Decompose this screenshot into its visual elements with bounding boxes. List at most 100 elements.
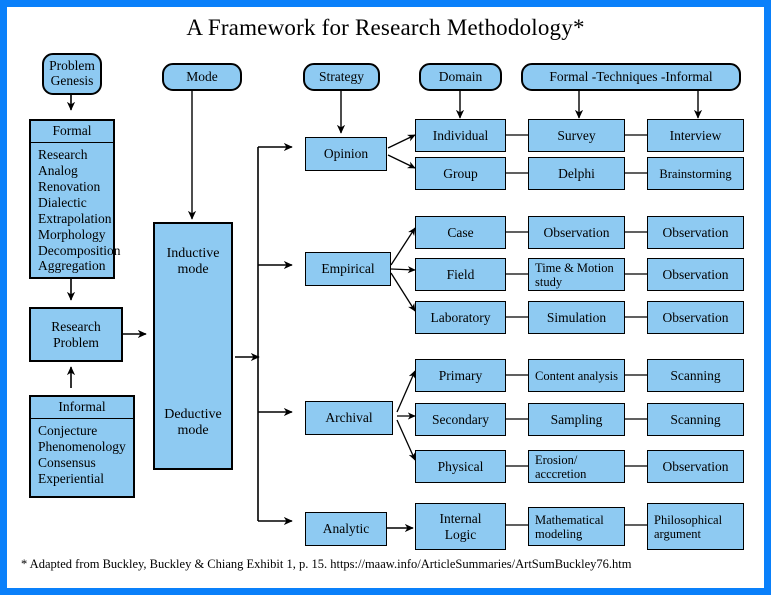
mode-label: Mode bbox=[186, 68, 218, 84]
informal-box-observation-physical[interactable]: Observation bbox=[647, 450, 744, 483]
formal-item: Analog bbox=[38, 162, 78, 178]
header-pill-mode[interactable]: Mode bbox=[162, 63, 242, 91]
technique-label-survey: Survey bbox=[557, 127, 596, 143]
technique-box-delphi[interactable]: Delphi bbox=[528, 157, 625, 190]
domain-box-primary[interactable]: Primary bbox=[415, 359, 506, 392]
research-problem-line2: Problem bbox=[53, 334, 99, 350]
header-pill-strategy[interactable]: Strategy bbox=[303, 63, 380, 91]
domain-box-individual[interactable]: Individual bbox=[415, 119, 506, 152]
domain-label: Domain bbox=[438, 68, 483, 84]
strategy-label: Strategy bbox=[319, 68, 364, 84]
informal-box-observation-laboratory[interactable]: Observation bbox=[647, 301, 744, 334]
formal-item: Dialectic bbox=[38, 194, 87, 210]
technique-label-simulation: Simulation bbox=[546, 309, 607, 325]
informal-label-observation-case: Observation bbox=[662, 224, 729, 240]
domain-label-laboratory: Laboratory bbox=[430, 309, 491, 325]
domain-label-physical: Physical bbox=[437, 458, 484, 474]
inductive-line1: Inductive bbox=[166, 246, 220, 261]
strategy-box-analytic[interactable]: Analytic bbox=[305, 512, 387, 546]
strategy-opinion-label: Opinion bbox=[323, 146, 369, 162]
informal-label-brainstorming: Brainstorming bbox=[659, 166, 732, 181]
technique-label-content-analysis: Content analysis bbox=[535, 368, 618, 383]
formal-panel-heading: Formal bbox=[31, 121, 113, 143]
domain-box-field[interactable]: Field bbox=[415, 258, 506, 291]
connector-wires bbox=[66, 91, 703, 533]
formal-item: Decomposition bbox=[38, 242, 121, 258]
mode-box[interactable]: Inductive mode Deductive mode bbox=[153, 222, 233, 470]
informal-item: Experiential bbox=[38, 470, 104, 486]
header-pill-domain[interactable]: Domain bbox=[419, 63, 502, 91]
technique-label-delphi: Delphi bbox=[558, 165, 595, 181]
diagram-canvas: A Framework for Research Methodology* Pr… bbox=[0, 0, 771, 595]
technique-box-time-motion-study[interactable]: Time & Motion study bbox=[528, 258, 625, 291]
technique-box-simulation[interactable]: Simulation bbox=[528, 301, 625, 334]
technique-box-survey[interactable]: Survey bbox=[528, 119, 625, 152]
inductive-mode-label: Inductive mode bbox=[155, 246, 231, 278]
informal-label-philosophical-line1: Philosophical bbox=[654, 512, 723, 527]
informal-item: Consensus bbox=[38, 454, 96, 470]
informal-box-observation-field[interactable]: Observation bbox=[647, 258, 744, 291]
technique-box-observation-case[interactable]: Observation bbox=[528, 216, 625, 249]
problem-genesis-line2: Genesis bbox=[50, 73, 94, 88]
formal-item: Extrapolation bbox=[38, 210, 112, 226]
informal-box-scanning-primary[interactable]: Scanning bbox=[647, 359, 744, 392]
technique-label-time-motion-line1: Time & Motion bbox=[535, 260, 614, 275]
technique-label-sampling: Sampling bbox=[550, 411, 603, 427]
domain-label-internal-logic-line1: Internal bbox=[439, 511, 482, 527]
informal-label-observation-field: Observation bbox=[662, 266, 729, 282]
strategy-empirical-label: Empirical bbox=[321, 261, 375, 277]
domain-box-secondary[interactable]: Secondary bbox=[415, 403, 506, 436]
informal-box-observation-case[interactable]: Observation bbox=[647, 216, 744, 249]
informal-box-interview[interactable]: Interview bbox=[647, 119, 744, 152]
deductive-mode-label: Deductive mode bbox=[155, 407, 231, 439]
technique-box-erosion-accretion[interactable]: Erosion/ acccretion bbox=[528, 450, 625, 483]
domain-label-field: Field bbox=[446, 266, 475, 282]
technique-label-math-line1: Mathematical bbox=[535, 512, 604, 527]
informal-label-observation-laboratory: Observation bbox=[662, 309, 729, 325]
domain-box-group[interactable]: Group bbox=[415, 157, 506, 190]
formal-item: Research bbox=[38, 147, 88, 162]
footnote: * Adapted from Buckley, Buckley & Chiang… bbox=[21, 557, 632, 571]
informal-label-philosophical-line2: argument bbox=[654, 526, 701, 541]
domain-label-group: Group bbox=[443, 165, 478, 181]
formal-item: Renovation bbox=[38, 178, 101, 194]
header-pill-techniques[interactable]: Formal -Techniques -Informal bbox=[521, 63, 741, 91]
informal-box-scanning-secondary[interactable]: Scanning bbox=[647, 403, 744, 436]
technique-box-mathematical-modeling[interactable]: Mathematical modeling bbox=[528, 507, 625, 546]
domain-box-internal-logic[interactable]: Internal Logic bbox=[415, 503, 506, 550]
domain-box-laboratory[interactable]: Laboratory bbox=[415, 301, 506, 334]
strategy-analytic-label: Analytic bbox=[322, 521, 370, 537]
domain-label-primary: Primary bbox=[438, 367, 483, 383]
strategy-box-empirical[interactable]: Empirical bbox=[305, 252, 391, 286]
techniques-label: Formal -Techniques -Informal bbox=[549, 68, 713, 84]
informal-label-scanning-secondary: Scanning bbox=[670, 411, 721, 427]
problem-genesis-line1: Problem bbox=[49, 58, 95, 74]
technique-label-time-motion-line2: study bbox=[535, 274, 563, 289]
domain-box-physical[interactable]: Physical bbox=[415, 450, 506, 483]
formal-panel-list: Research Analog Renovation Dialectic Ext… bbox=[31, 143, 121, 277]
technique-label-observation-case: Observation bbox=[543, 224, 610, 240]
header-pill-problem-genesis[interactable]: Problem Genesis bbox=[42, 53, 102, 95]
page-title: A Framework for Research Methodology* bbox=[186, 15, 585, 40]
inductive-line2: mode bbox=[177, 262, 209, 278]
technique-box-content-analysis[interactable]: Content analysis bbox=[528, 359, 625, 392]
domain-box-case[interactable]: Case bbox=[415, 216, 506, 249]
formal-panel[interactable]: Formal Research Analog Renovation Dialec… bbox=[29, 119, 121, 279]
deductive-line2: mode bbox=[177, 423, 209, 439]
formal-item: Morphology bbox=[38, 226, 106, 242]
domain-label-secondary: Secondary bbox=[432, 411, 489, 427]
informal-box-philosophical-argument[interactable]: Philosophical argument bbox=[647, 503, 744, 550]
deductive-line1: Deductive bbox=[164, 407, 222, 422]
technique-box-sampling[interactable]: Sampling bbox=[528, 403, 625, 436]
research-problem-box[interactable]: Research Problem bbox=[29, 307, 123, 362]
strategy-box-archival[interactable]: Archival bbox=[305, 401, 393, 435]
informal-item: Phenomenology bbox=[38, 438, 126, 454]
informal-label-observation-physical: Observation bbox=[662, 458, 729, 474]
technique-label-erosion-line2: acccretion bbox=[535, 466, 587, 481]
informal-box-brainstorming[interactable]: Brainstorming bbox=[647, 157, 744, 190]
strategy-box-opinion[interactable]: Opinion bbox=[305, 137, 387, 171]
technique-label-math-line2: modeling bbox=[535, 526, 583, 541]
technique-label-erosion-line1: Erosion/ bbox=[535, 452, 578, 467]
domain-label-case: Case bbox=[447, 224, 474, 240]
informal-panel[interactable]: Informal Conjecture Phenomenology Consen… bbox=[29, 395, 135, 498]
